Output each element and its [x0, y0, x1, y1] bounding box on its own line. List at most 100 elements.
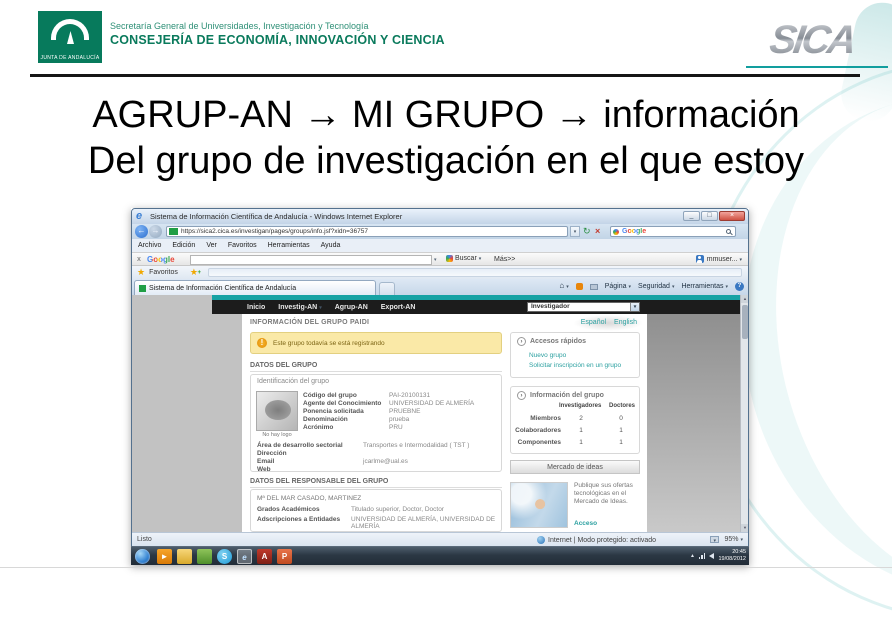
section-datos-grupo: DATOS DEL GRUPO: [250, 362, 502, 372]
language-links: Español English: [581, 319, 637, 326]
field-value: PRU: [389, 424, 403, 431]
back-button[interactable]: ←: [135, 225, 148, 238]
rss-icon[interactable]: [576, 283, 583, 290]
google-search-input[interactable]: [190, 255, 432, 265]
group-info-title: Información del grupo: [530, 392, 604, 399]
market-acceso-link[interactable]: Acceso: [574, 520, 597, 527]
print-icon[interactable]: [590, 284, 598, 290]
menu-ayuda[interactable]: Ayuda: [321, 242, 341, 249]
chevron-down-icon[interactable]: ▾: [630, 303, 639, 311]
field-label: Área de desarrollo sectorial: [257, 442, 363, 449]
view-mode-icon[interactable]: [710, 536, 719, 543]
row-value: 1: [607, 427, 635, 434]
internet-explorer-icon[interactable]: e: [237, 549, 252, 564]
google-search-dropdown-icon[interactable]: ▾: [434, 257, 437, 263]
tab-favicon: [139, 285, 146, 292]
nav-export-an[interactable]: Export-AN: [381, 304, 416, 311]
office-suite-icon[interactable]: [197, 549, 212, 564]
row-value: 0: [607, 415, 635, 422]
network-icon[interactable]: [699, 553, 706, 559]
ie-icon: e: [136, 210, 142, 223]
field-row: Dirección: [257, 450, 497, 457]
nav-investig-an[interactable]: Investig-AN: [278, 304, 321, 311]
field-row: Denominación prueba: [303, 416, 497, 423]
nav-agrup-an[interactable]: Agrup-AN: [335, 304, 368, 311]
favorites-star-icon[interactable]: ★: [137, 268, 145, 277]
link-nuevo-grupo[interactable]: Nuevo grupo: [529, 352, 566, 359]
menu-edicion[interactable]: Edición: [172, 242, 195, 249]
lang-en-link[interactable]: English: [614, 319, 637, 326]
quick-access-title: Accesos rápidos: [530, 338, 586, 345]
home-icon[interactable]: ⌂: [559, 281, 568, 292]
field-value: PAI-20100131: [389, 392, 430, 399]
google-search-button[interactable]: Buscar: [446, 255, 481, 262]
alert-text: Este grupo todavía se está registrando: [273, 340, 385, 347]
link-solicitar-inscripcion[interactable]: Solicitar inscripción en un grupo: [529, 362, 621, 369]
favorites-label[interactable]: Favoritos: [149, 269, 178, 276]
google-user-menu[interactable]: mmuser...: [696, 255, 742, 263]
field-label: Email: [257, 458, 363, 465]
google-logo: Google: [147, 255, 175, 264]
skype-icon[interactable]: S: [217, 549, 232, 564]
ident-box: Identificación del grupo No hay logo Cód…: [250, 374, 502, 472]
field-row: Ponencia solicitada PRUEBNE: [303, 408, 497, 415]
search-icon[interactable]: [726, 229, 731, 234]
tray-expand-icon[interactable]: ▲: [690, 553, 695, 559]
volume-icon[interactable]: [709, 553, 714, 559]
address-dropdown-icon[interactable]: ▾: [570, 226, 580, 237]
field-value: UNIVERSIDAD DE ALMERÍA, UNIVERSIDAD DE A…: [351, 516, 497, 530]
scroll-up-icon[interactable]: ▲: [741, 295, 748, 303]
start-button[interactable]: [135, 549, 150, 564]
org-line1: Secretaría General de Universidades, Inv…: [110, 21, 368, 31]
responsible-name: Mª DEL MAR CASADO, MARTINEZ: [257, 495, 361, 502]
menu-favoritos[interactable]: Favoritos: [228, 242, 257, 249]
tab-sica[interactable]: Sistema de Información Científica de And…: [134, 280, 376, 295]
vertical-scrollbar[interactable]: ▲ ▼: [740, 295, 748, 532]
close-button[interactable]: ×: [719, 211, 745, 221]
menu-herramientas[interactable]: Herramientas: [268, 242, 310, 249]
tools-menu[interactable]: Herramientas: [681, 283, 728, 290]
stop-icon[interactable]: ×: [595, 226, 600, 237]
lang-es-link[interactable]: Español: [581, 319, 606, 326]
media-player-icon[interactable]: ►: [157, 549, 172, 564]
user-icon: [696, 255, 704, 263]
zoom-level[interactable]: 95%: [724, 536, 743, 543]
header-rule: [30, 74, 860, 77]
role-select[interactable]: Investigador ▾: [527, 302, 640, 312]
page-menu[interactable]: Página: [605, 283, 631, 290]
add-favorite-icon[interactable]: ★: [190, 268, 198, 277]
new-tab-stub[interactable]: [379, 282, 395, 295]
favorites-bar-field[interactable]: [208, 268, 742, 277]
google-toolbar: x Google ▾ Buscar Más>> mmuser...: [132, 252, 748, 266]
refresh-icon[interactable]: ↻: [583, 226, 591, 237]
menu-ver[interactable]: Ver: [206, 242, 217, 249]
adobe-reader-icon[interactable]: A: [257, 549, 272, 564]
field-row: Grados Académicos Titulado superior, Doc…: [257, 506, 497, 513]
taskbar-clock[interactable]: 20:45 19/08/2012: [718, 549, 746, 562]
help-icon[interactable]: ?: [735, 282, 744, 291]
maximize-button[interactable]: □: [701, 211, 718, 221]
toolbar-close-icon[interactable]: x: [137, 256, 141, 263]
forward-button[interactable]: →: [149, 225, 162, 238]
nav-inicio[interactable]: Inicio: [247, 304, 265, 311]
market-ideas-header[interactable]: Mercado de ideas: [510, 460, 640, 474]
field-label: Ponencia solicitada: [303, 408, 389, 415]
market-text: Publique sus ofertas tecnológicas en el …: [574, 482, 640, 506]
field-row: Email jcarlme@ual.es: [257, 458, 497, 465]
security-menu[interactable]: Seguridad: [638, 283, 674, 290]
google-more-link[interactable]: Más>>: [494, 256, 515, 263]
scroll-down-icon[interactable]: ▼: [741, 524, 748, 532]
search-input[interactable]: Google: [610, 226, 736, 237]
field-row: Web: [257, 466, 497, 473]
row-label: Colaboradores: [513, 427, 561, 434]
address-input[interactable]: https://sica2.cica.es/investigan/pages/g…: [166, 226, 568, 237]
minimize-button[interactable]: _: [683, 211, 700, 221]
slide-title-line1: AGRUP-AN → MI GRUPO → información: [0, 94, 892, 137]
scrollbar-thumb[interactable]: [742, 305, 748, 339]
field-label: Código del grupo: [303, 392, 389, 399]
explorer-icon[interactable]: [177, 549, 192, 564]
powerpoint-icon[interactable]: P: [277, 549, 292, 564]
field-label: Grados Académicos: [257, 506, 351, 513]
menu-archivo[interactable]: Archivo: [138, 242, 161, 249]
window-titlebar[interactable]: e Sistema de Información Científica de A…: [132, 209, 748, 224]
